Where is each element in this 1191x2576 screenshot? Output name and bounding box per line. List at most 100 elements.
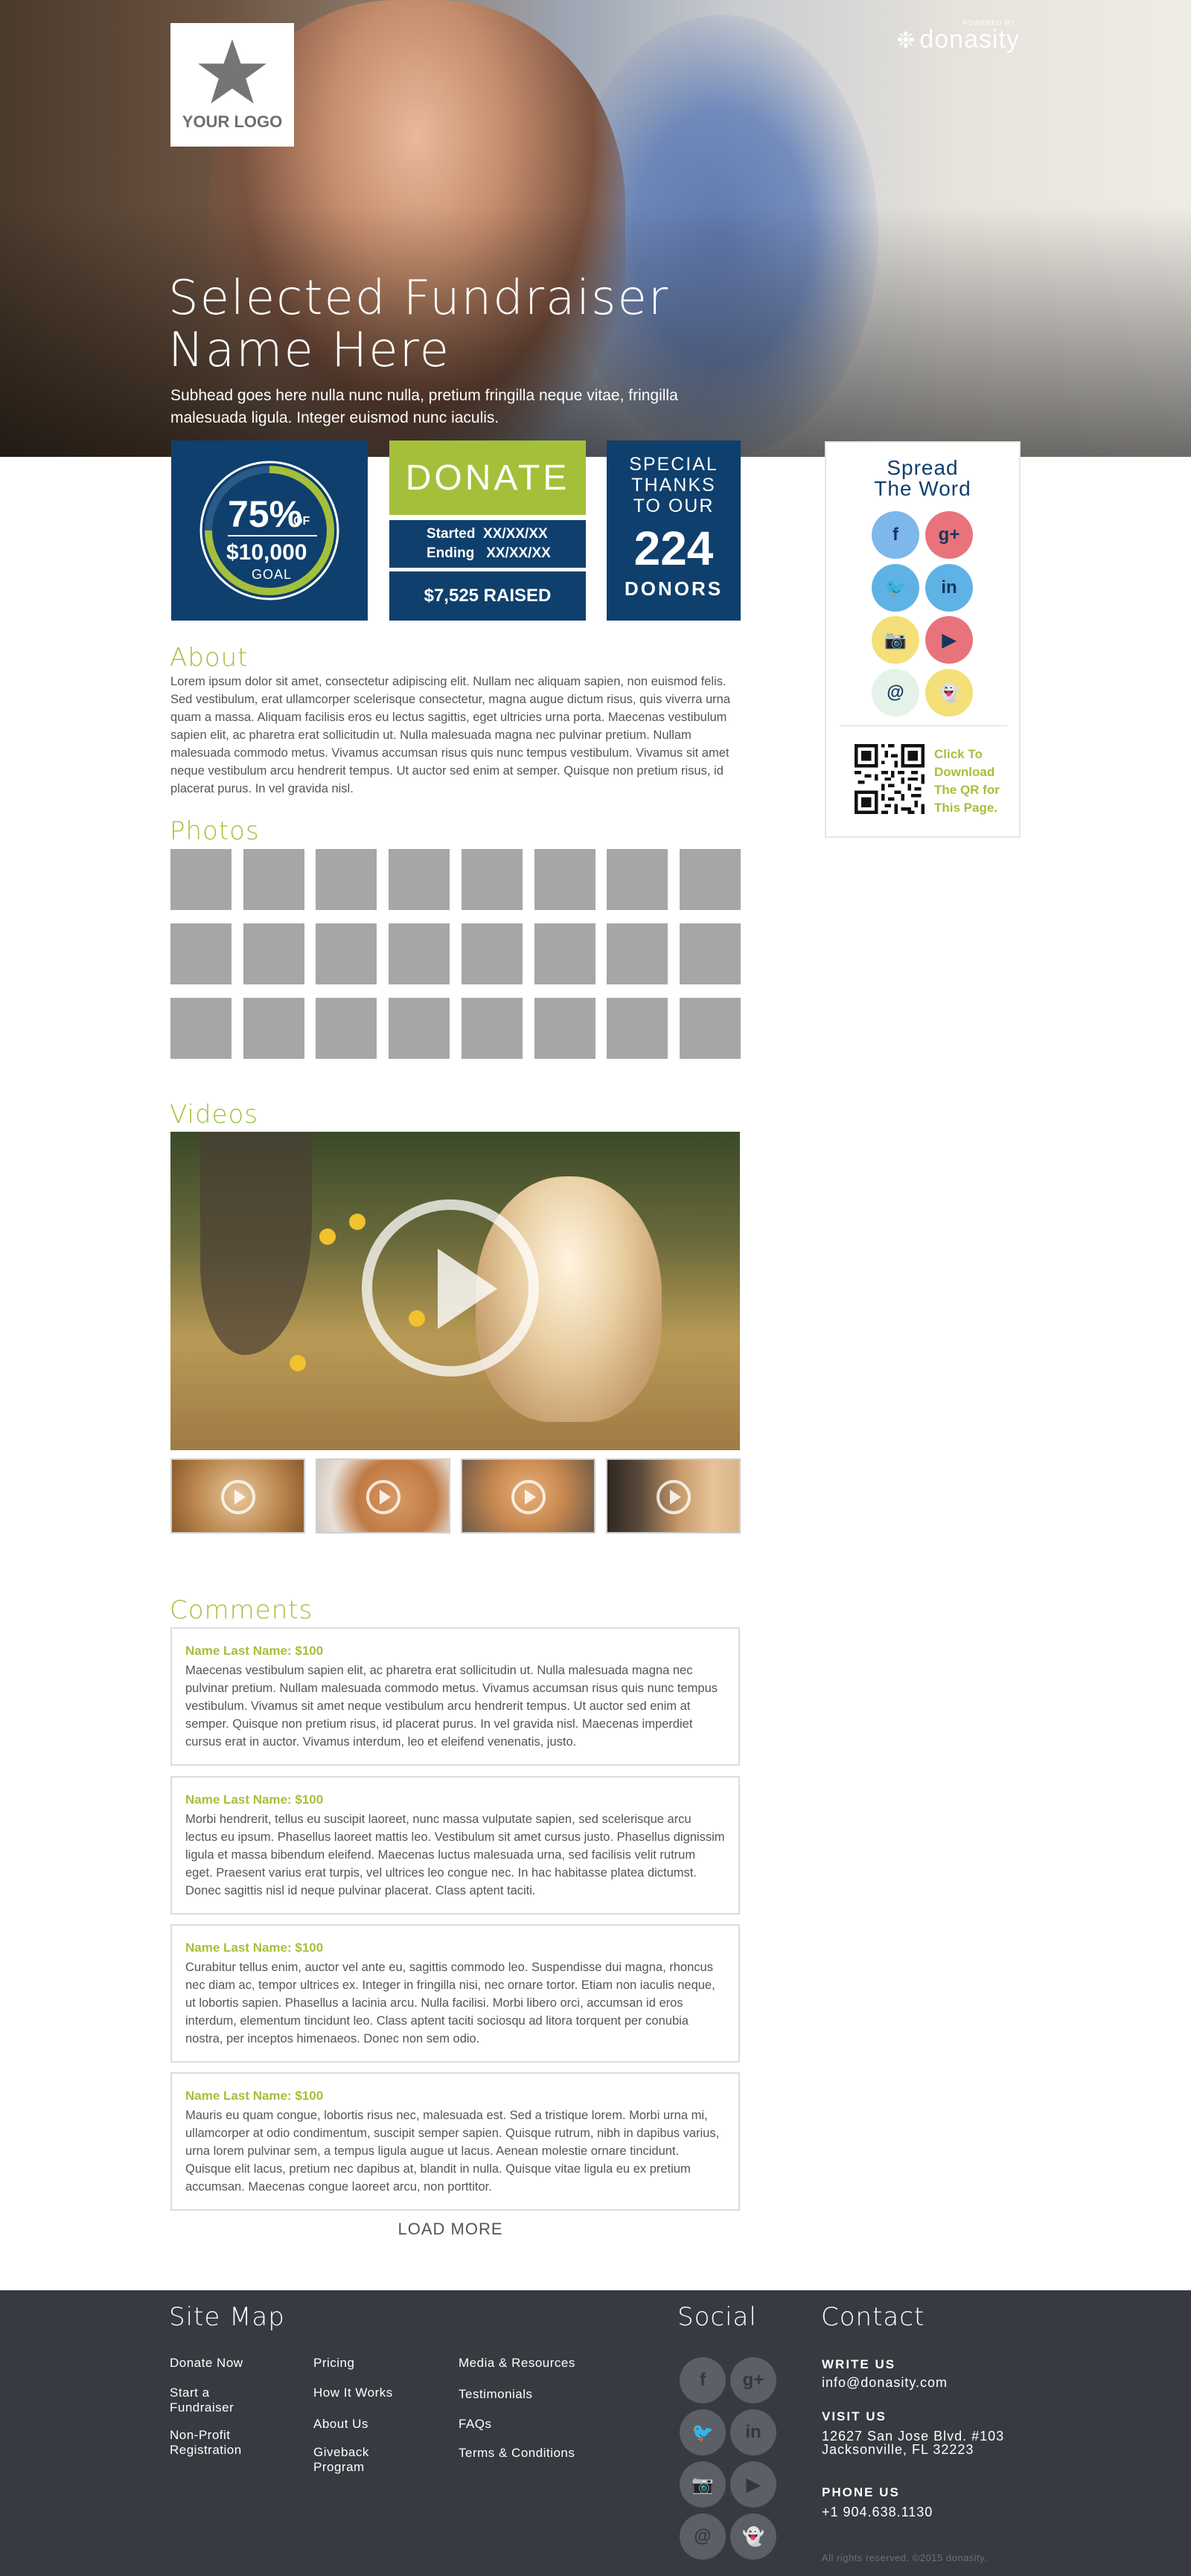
photo-thumbnail[interactable] xyxy=(462,923,523,984)
footer-link-faqs[interactable]: FAQs xyxy=(459,2417,492,2432)
photo-thumbnail[interactable] xyxy=(316,849,377,910)
photo-thumbnail[interactable] xyxy=(316,923,377,984)
play-icon[interactable] xyxy=(362,1199,539,1377)
photo-thumbnail[interactable] xyxy=(462,998,523,1059)
contact-email[interactable]: info@donasity.com xyxy=(822,2375,948,2390)
snapchat-icon[interactable]: 👻 xyxy=(730,2513,776,2560)
video-flower xyxy=(349,1214,365,1230)
photo-thumbnail[interactable] xyxy=(534,849,596,910)
donate-button[interactable]: DONATE xyxy=(389,440,586,515)
spread-title-line1: Spread xyxy=(887,456,959,479)
photo-thumbnail[interactable] xyxy=(389,849,450,910)
photo-thumbnail[interactable] xyxy=(170,998,232,1059)
photo-thumbnail[interactable] xyxy=(243,849,304,910)
video-thumbnail-4[interactable] xyxy=(606,1458,741,1534)
comment-text: Maecenas vestibulum sapien elit, ac phar… xyxy=(185,1664,718,1749)
email-icon[interactable]: @ xyxy=(680,2513,726,2560)
donors-label: DONORS xyxy=(624,577,724,600)
visit-us-label: VISIT US xyxy=(822,2409,887,2423)
photo-thumbnail[interactable] xyxy=(389,923,450,984)
video-flower xyxy=(319,1228,336,1245)
goal-progress-card: 75% OF $10,000 GOAL xyxy=(171,440,368,621)
video-thumbnail-3[interactable] xyxy=(461,1458,596,1534)
email-icon[interactable]: @ xyxy=(872,669,919,717)
load-more-button[interactable]: LOAD MORE xyxy=(372,2220,529,2239)
comment-text: Mauris eu quam congue, lobortis risus ne… xyxy=(185,2109,720,2194)
main-video-player[interactable] xyxy=(170,1132,740,1450)
donor-count: 224 xyxy=(633,522,714,575)
play-triangle xyxy=(438,1249,497,1329)
instagram-icon[interactable]: 📷 xyxy=(872,616,919,664)
footer-link-donate-now[interactable]: Donate Now xyxy=(170,2356,243,2371)
photo-thumbnail[interactable] xyxy=(534,998,596,1059)
photo-thumbnail[interactable] xyxy=(534,923,596,984)
footer-link-pricing[interactable]: Pricing xyxy=(313,2356,354,2371)
photo-thumbnail[interactable] xyxy=(243,923,304,984)
footer-link-nonprofit-registration[interactable]: Non-Profit Registration xyxy=(170,2428,242,2458)
logo-text: YOUR LOGO xyxy=(182,112,283,131)
qr-link-line1: Click To xyxy=(934,747,983,761)
photo-thumbnail[interactable] xyxy=(170,923,232,984)
photo-thumbnail[interactable] xyxy=(170,849,232,910)
photo-thumbnail[interactable] xyxy=(243,998,304,1059)
photo-thumbnail[interactable] xyxy=(607,849,668,910)
footer-link-testimonials[interactable]: Testimonials xyxy=(459,2387,533,2402)
special-thanks-text: SPECIAL THANKS TO OUR xyxy=(607,440,741,516)
contact-phone[interactable]: +1 904.638.1130 xyxy=(822,2505,933,2519)
qr-code-icon[interactable] xyxy=(855,744,925,814)
footer-link-start-fundraiser[interactable]: Start a Fundraiser xyxy=(170,2386,234,2415)
play-icon xyxy=(657,1480,691,1514)
video-thumbnail-1[interactable] xyxy=(170,1458,305,1534)
goal-of-label: OF xyxy=(293,515,310,528)
footer-link-media-resources[interactable]: Media & Resources xyxy=(459,2356,575,2371)
hero-banner: YOUR LOGO POWERED BY ❉ donasity Selected … xyxy=(0,0,1191,457)
comment-author: Name Last Name: $100 xyxy=(185,1941,324,1955)
address-line2: Jacksonville, FL 32223 xyxy=(822,2442,974,2457)
photo-thumbnail[interactable] xyxy=(607,998,668,1059)
twitter-icon[interactable]: 🐦 xyxy=(872,564,919,612)
photo-thumbnail[interactable] xyxy=(389,998,450,1059)
spread-the-word-panel: Spread The Word f g+ 🐦 in 📷 ▶ @ 👻 Click … xyxy=(825,441,1021,838)
photo-thumbnail[interactable] xyxy=(680,923,741,984)
comment-card: Name Last Name: $100 Maecenas vestibulum… xyxy=(170,1627,740,1766)
linkedin-icon[interactable]: in xyxy=(730,2409,776,2455)
photo-thumbnail[interactable] xyxy=(680,998,741,1059)
sitemap-heading: Site Map xyxy=(169,2302,285,2332)
phone-us-label: PHONE US xyxy=(822,2485,900,2499)
comment-card: Name Last Name: $100 Morbi hendrerit, te… xyxy=(170,1776,740,1915)
instagram-icon[interactable]: 📷 xyxy=(680,2461,726,2508)
footer-link-about-us[interactable]: About Us xyxy=(313,2417,368,2432)
comment-author: Name Last Name: $100 xyxy=(185,1792,324,1807)
google-plus-icon[interactable]: g+ xyxy=(925,511,973,559)
facebook-icon[interactable]: f xyxy=(680,2357,726,2403)
copyright: All rights reserved. ©2015 donasity. xyxy=(822,2552,988,2563)
video-tree-trunk xyxy=(200,1132,312,1355)
google-plus-icon[interactable]: g+ xyxy=(730,2357,776,2403)
goal-percent: 75% xyxy=(228,493,303,535)
photo-thumbnail[interactable] xyxy=(462,849,523,910)
about-heading: About xyxy=(170,643,249,673)
linkedin-icon[interactable]: in xyxy=(925,564,973,612)
photo-thumbnail[interactable] xyxy=(316,998,377,1059)
powered-by-donasity[interactable]: POWERED BY ❉ donasity xyxy=(893,19,1020,54)
facebook-icon[interactable]: f xyxy=(872,511,919,559)
footer-link-how-it-works[interactable]: How It Works xyxy=(313,2386,393,2400)
end-date: Ending XX/XX/XX xyxy=(427,545,551,561)
photo-thumbnail[interactable] xyxy=(607,923,668,984)
twitter-icon[interactable]: 🐦 xyxy=(680,2409,726,2455)
footer-link-terms[interactable]: Terms & Conditions xyxy=(459,2446,575,2461)
amount-raised: $7,525 RAISED xyxy=(389,571,586,621)
logo[interactable]: YOUR LOGO xyxy=(170,23,294,147)
videos-heading: Videos xyxy=(170,1100,258,1130)
snapchat-icon[interactable]: 👻 xyxy=(925,669,973,717)
donor-count-card: SPECIAL THANKS TO OUR 224 DONORS xyxy=(607,440,741,621)
video-thumbnail-2[interactable] xyxy=(316,1458,450,1534)
youtube-icon[interactable]: ▶ xyxy=(925,616,973,664)
photos-heading: Photos xyxy=(170,816,260,846)
photo-thumbnail[interactable] xyxy=(680,849,741,910)
comment-card: Name Last Name: $100 Mauris eu quam cong… xyxy=(170,2072,740,2211)
download-qr-link[interactable]: Click To Download The QR for This Page. xyxy=(934,746,1009,817)
footer-link-giveback-program[interactable]: Giveback Program xyxy=(313,2445,369,2475)
play-icon xyxy=(366,1480,400,1514)
youtube-icon[interactable]: ▶ xyxy=(730,2461,776,2508)
